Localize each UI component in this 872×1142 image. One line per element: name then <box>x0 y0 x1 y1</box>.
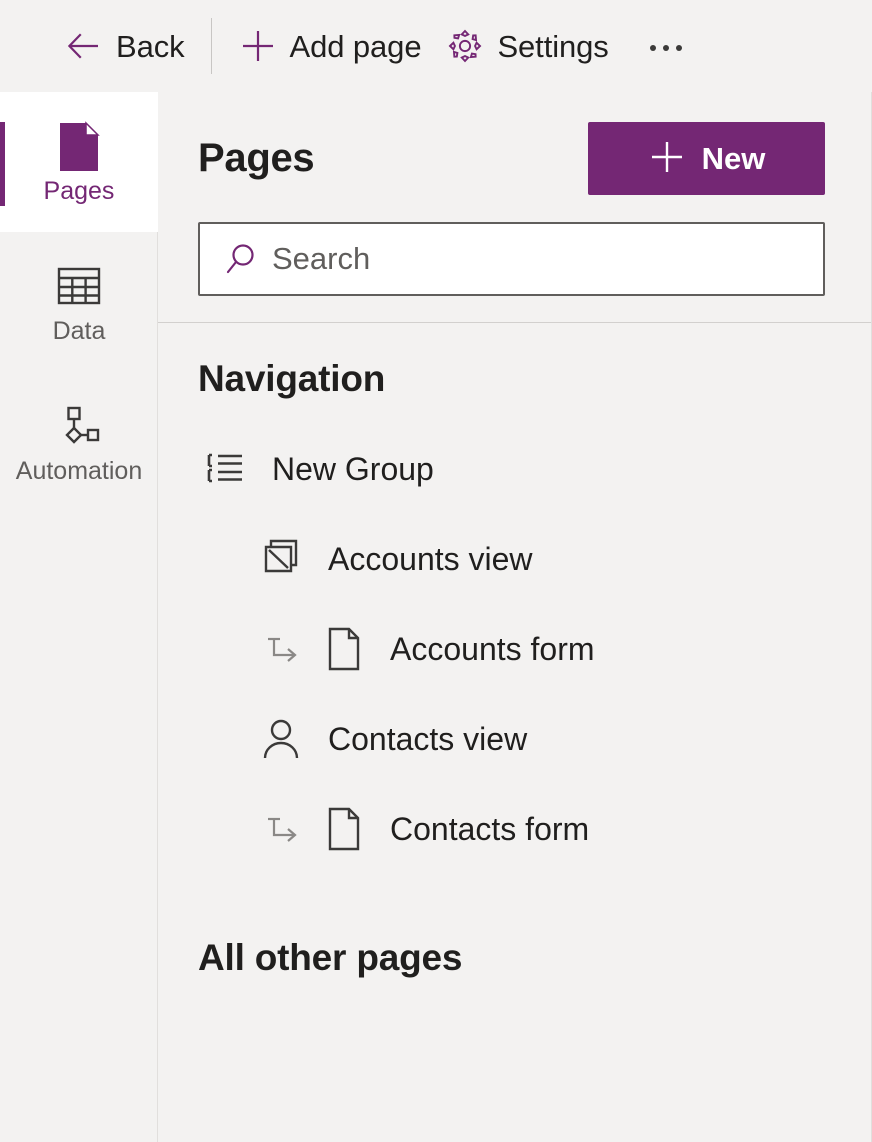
tree-item-label: Accounts view <box>328 540 533 577</box>
search-icon <box>218 239 264 279</box>
back-button-label: Back <box>116 28 185 64</box>
tree-item-label: Contacts form <box>390 810 590 847</box>
tree-item-label: Contacts view <box>328 720 528 757</box>
entity-view-icon <box>258 537 306 581</box>
back-button[interactable]: Back <box>52 14 197 78</box>
sidebar-item-pages[interactable]: Pages <box>0 92 158 232</box>
tree-item-accounts-view[interactable]: Accounts view <box>198 514 825 604</box>
gear-icon <box>445 26 485 66</box>
new-button[interactable]: New <box>588 121 825 195</box>
tree-item-accounts-form[interactable]: Accounts form <box>198 604 825 694</box>
document-page-icon <box>320 626 368 672</box>
table-grid-icon <box>56 258 102 316</box>
tree-item-new-group[interactable]: New Group <box>198 424 825 514</box>
new-button-label: New <box>701 140 766 176</box>
add-page-button-label: Add page <box>289 28 422 64</box>
command-bar: Back Add page Settings <box>0 0 872 92</box>
body-row: Pages Data Automation Pages New Search N… <box>0 92 872 1142</box>
all-other-pages-title: All other pages <box>198 936 463 978</box>
pages-panel: Pages New Search Navigation New Group Ac… <box>158 92 872 1142</box>
search-input[interactable] <box>272 224 805 294</box>
pages-panel-header: Pages New <box>158 92 871 322</box>
left-rail: Pages Data Automation <box>0 92 158 1142</box>
search-wrapper <box>198 222 825 296</box>
sidebar-item-pages-label: Pages <box>43 177 115 206</box>
pages-panel-title-row: Pages New <box>198 120 825 196</box>
settings-button-label: Settings <box>497 28 609 64</box>
plus-icon <box>238 26 278 66</box>
tree-item-label: New Group <box>272 450 434 487</box>
group-list-icon <box>202 449 250 489</box>
navigation-tree: New Group Accounts view Accounts form Co… <box>198 424 825 874</box>
ellipsis-icon <box>646 39 685 54</box>
navigation-section-title: Navigation <box>198 358 386 399</box>
plus-icon <box>648 138 686 179</box>
page-filled-icon <box>56 118 102 176</box>
pages-tree-scroll[interactable]: Navigation New Group Accounts view Accou… <box>158 323 871 1142</box>
tree-item-label: Accounts form <box>390 630 595 667</box>
sidebar-item-data-label: Data <box>52 317 106 346</box>
person-icon <box>258 717 306 761</box>
more-commands-button[interactable] <box>635 14 697 78</box>
tree-item-contacts-view[interactable]: Contacts view <box>198 694 825 784</box>
sidebar-item-automation-label: Automation <box>15 457 143 486</box>
back-arrow-icon <box>64 26 104 66</box>
add-page-button[interactable]: Add page <box>226 14 434 78</box>
sidebar-item-automation[interactable]: Automation <box>0 372 158 512</box>
page-title: Pages <box>198 136 315 180</box>
command-bar-divider <box>210 18 212 74</box>
document-page-icon <box>320 806 368 852</box>
tree-item-contacts-form[interactable]: Contacts form <box>198 784 825 874</box>
flow-nodes-icon <box>55 398 103 456</box>
subarea-arrow-icon <box>258 809 306 849</box>
sidebar-item-data[interactable]: Data <box>0 232 158 372</box>
search-box[interactable] <box>198 222 825 296</box>
app-root: Back Add page Settings Pages Data Automa… <box>0 0 872 1142</box>
settings-button[interactable]: Settings <box>433 14 620 78</box>
subarea-arrow-icon <box>258 629 306 669</box>
